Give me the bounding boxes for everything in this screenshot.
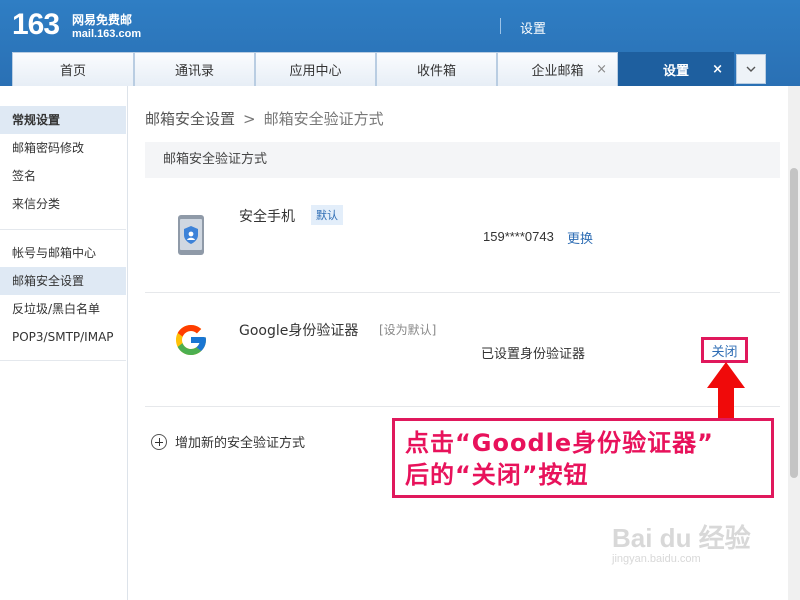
method-google-title: Google身份验证器 [239,323,359,339]
tab-bar: 首页 通讯录 应用中心 收件箱 企业邮箱 × 设置 × [12,52,788,86]
tab-more-button[interactable] [736,54,766,84]
phone-shield-icon [177,214,205,260]
change-phone-link[interactable]: 更换 [567,228,593,247]
close-authenticator-button[interactable]: 关闭 [701,337,748,363]
sidebar-group-account: 帐号与邮箱中心 邮箱安全设置 反垃圾/黑白名单 POP3/SMTP/IMAP [0,239,126,351]
authenticator-status: 已设置身份验证器 [481,347,586,362]
logo-name: 网易免费邮 [72,13,133,27]
header-divider [500,18,501,34]
tab-label: 首页 [59,64,86,79]
breadcrumb-current: 邮箱安全验证方式 [263,110,384,128]
tab-label: 企业邮箱 [531,64,584,79]
row-divider [145,406,780,407]
logo-domain: mail.163.com [72,28,142,40]
sidebar-item-password[interactable]: 邮箱密码修改 [0,134,126,162]
header-title: 设置 [520,22,547,37]
phone-number: 159****0743 [483,229,554,244]
section-title: 邮箱安全验证方式 [145,142,780,178]
annotation-line-2: 后的“关闭”按钮 [405,461,589,489]
chevron-down-icon [746,66,756,72]
tab-settings[interactable]: 设置 × [618,52,734,86]
tab-app-center[interactable]: 应用中心 [255,52,376,86]
tab-inbox[interactable]: 收件箱 [376,52,497,86]
tab-label: 收件箱 [416,64,456,79]
app-header: 163 网易免费邮 mail.163.com 设置 首页 通讯录 应用中心 收件… [0,0,800,86]
add-verification-method[interactable]: 增加新的安全验证方式 [151,432,305,451]
watermark: Bai du 经验 jingyan.baidu.com [612,518,751,565]
scrollbar[interactable] [788,86,800,600]
annotation-callout: 点击“Goodle身份验证器” 后的“关闭”按钮 [392,418,774,498]
tab-home[interactable]: 首页 [12,52,134,86]
tab-contacts[interactable]: 通讯录 [134,52,255,86]
row-divider [145,292,780,293]
scrollbar-thumb[interactable] [790,168,798,478]
logo-number: 163 [12,8,60,41]
tab-label: 应用中心 [289,64,342,79]
default-badge: 默认 [311,205,343,225]
breadcrumb-separator: > [243,110,256,128]
annotation-arrow-icon [707,362,745,424]
close-icon[interactable]: × [596,62,607,77]
sidebar-item-signature[interactable]: 签名 [0,162,126,190]
sidebar-item-account-center[interactable]: 帐号与邮箱中心 [0,239,126,267]
sidebar-item-general[interactable]: 常规设置 [0,106,126,134]
mail-logo[interactable]: 163 网易免费邮 mail.163.com [12,8,152,44]
add-verification-label: 增加新的安全验证方式 [175,436,306,451]
settings-sidebar: 常规设置 邮箱密码修改 签名 来信分类 帐号与邮箱中心 邮箱安全设置 反垃圾/黑… [0,86,128,600]
sidebar-group-general: 常规设置 邮箱密码修改 签名 来信分类 [0,106,126,218]
tab-label: 通讯录 [174,64,214,79]
tab-enterprise-mail[interactable]: 企业邮箱 × [497,52,618,86]
breadcrumb: 邮箱安全设置 > 邮箱安全验证方式 [145,108,384,129]
sidebar-divider [0,229,126,230]
plus-circle-icon [151,433,167,450]
watermark-main: Bai du 经验 [612,523,751,553]
annotation-line-1: 点击“Goodle身份验证器” [405,429,714,457]
close-icon[interactable]: × [712,62,723,77]
sidebar-item-antispam[interactable]: 反垃圾/黑白名单 [0,295,126,323]
tab-label: 设置 [662,64,689,79]
sidebar-item-mail-filter[interactable]: 来信分类 [0,190,126,218]
breadcrumb-parent[interactable]: 邮箱安全设置 [145,110,235,128]
sidebar-item-pop3[interactable]: POP3/SMTP/IMAP [0,323,126,351]
google-icon [173,322,209,362]
sidebar-item-security[interactable]: 邮箱安全设置 [0,267,126,295]
set-default-link[interactable]: [设为默认] [379,321,436,338]
method-phone-title: 安全手机 [239,209,295,225]
sidebar-divider [0,360,126,361]
